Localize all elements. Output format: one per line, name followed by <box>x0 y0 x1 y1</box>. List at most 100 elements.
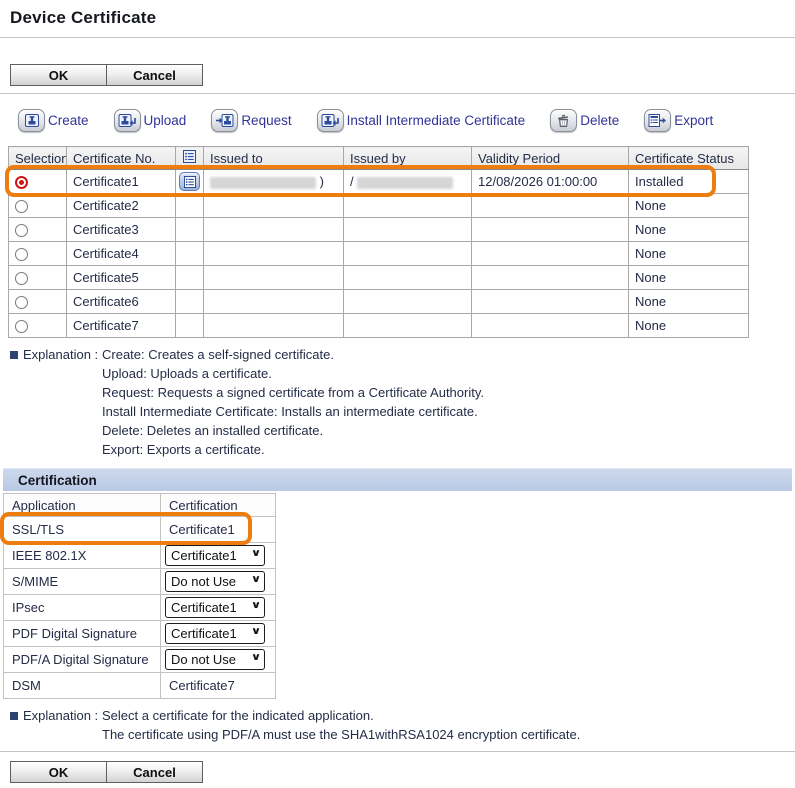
validity-period-header: Validity Period <box>472 147 629 170</box>
row-pdfa-digital-signature: PDF/A Digital Signature Do not Use∨ <box>4 647 276 673</box>
explanation-line: Upload: Uploads a certificate. <box>102 364 484 383</box>
certificate-toolbar: Create Upload Request Install Intermedia… <box>18 107 795 133</box>
certificate-status-header: Certificate Status <box>629 147 749 170</box>
details-column-header <box>176 147 204 170</box>
certificate-status-cell: None <box>629 194 749 218</box>
table-row-certificate4: Certificate4 None <box>9 242 749 266</box>
certification-explanation: Explanation : Select a certificate for t… <box>10 706 795 744</box>
export-label: Export <box>674 113 713 128</box>
certification-section-header: Certification <box>3 468 792 491</box>
certificate-stamp-icon <box>18 109 45 132</box>
row-ssl-tls: SSL/TLS Certificate1 <box>4 517 276 543</box>
cancel-button-bottom[interactable]: Cancel <box>106 761 203 783</box>
smime-certificate-select[interactable]: Do not Use <box>165 571 265 592</box>
certification-table: Application Certification SSL/TLS Certif… <box>3 493 276 699</box>
certificate-stamp-return-icon <box>114 109 141 132</box>
details-list-icon <box>184 176 196 188</box>
cancel-button[interactable]: Cancel <box>106 64 203 86</box>
certificate1-details-button[interactable] <box>179 172 200 191</box>
explanation-label: Explanation : <box>10 706 102 744</box>
upload-button[interactable]: Upload <box>114 109 187 132</box>
pdf-digital-signature-certificate-select[interactable]: Certificate1 <box>165 623 265 644</box>
table-row-certificate7: Certificate7 None <box>9 314 749 338</box>
redacted-text <box>210 177 316 189</box>
ieee-8021x-certificate-select[interactable]: Certificate1 <box>165 545 265 566</box>
delete-label: Delete <box>580 113 619 128</box>
create-label: Create <box>48 113 89 128</box>
certificate-no-cell: Certificate1 <box>67 170 176 194</box>
certification-header-row: Application Certification <box>4 494 276 517</box>
issued-to-header: Issued to <box>204 147 344 170</box>
row-ipsec: IPsec Certificate1∨ <box>4 595 276 621</box>
certificate-status-cell: None <box>629 290 749 314</box>
explanation-line: Request: Requests a signed certificate f… <box>102 383 484 402</box>
explanation-line: Create: Creates a self-signed certificat… <box>102 345 484 364</box>
certificate3-radio[interactable] <box>15 224 28 237</box>
square-bullet-icon <box>10 712 18 720</box>
certificate-status-cell: None <box>629 242 749 266</box>
bottom-button-row: OK Cancel <box>10 761 795 783</box>
certificate-table: Selection Certificate No. Issued to Issu… <box>8 146 749 338</box>
pdfa-digital-signature-certificate-select[interactable]: Do not Use <box>165 649 265 670</box>
upload-label: Upload <box>144 113 187 128</box>
ok-button[interactable]: OK <box>10 64 107 86</box>
certificate-status-cell: None <box>629 218 749 242</box>
certificate-no-header: Certificate No. <box>67 147 176 170</box>
certificate-table-wrap: Selection Certificate No. Issued to Issu… <box>8 146 748 338</box>
certification-table-wrap: Application Certification SSL/TLS Certif… <box>3 493 275 699</box>
certificate1-radio[interactable] <box>15 176 28 189</box>
explanation-label: Explanation : <box>10 345 102 459</box>
ok-button-bottom[interactable]: OK <box>10 761 107 783</box>
certificate2-radio[interactable] <box>15 200 28 213</box>
install-intermediate-certificate-button[interactable]: Install Intermediate Certificate <box>317 109 526 132</box>
export-button[interactable]: Export <box>644 109 713 132</box>
top-button-row: OK Cancel <box>10 64 795 86</box>
document-arrow-out-icon <box>644 109 671 132</box>
row-smime: S/MIME Do not Use∨ <box>4 569 276 595</box>
request-button[interactable]: Request <box>211 109 291 132</box>
certificate-table-header-row: Selection Certificate No. Issued to Issu… <box>9 147 749 170</box>
certificate7-radio[interactable] <box>15 320 28 333</box>
request-label: Request <box>241 113 291 128</box>
explanation-line: Export: Exports a certificate. <box>102 440 484 459</box>
install-intermediate-certificate-label: Install Intermediate Certificate <box>347 113 526 128</box>
dsm-certificate-value: Certificate7 <box>161 673 276 699</box>
explanation-line: The certificate using PDF/A must use the… <box>102 725 580 744</box>
page-title: Device Certificate <box>10 8 795 28</box>
device-certificate-page: Device Certificate OK Cancel Create Uplo… <box>0 0 795 783</box>
table-row-certificate2: Certificate2 None <box>9 194 749 218</box>
issued-by-cell: / <box>344 170 472 194</box>
certificate-stamp-return-icon <box>317 109 344 132</box>
divider <box>0 37 795 38</box>
divider <box>0 93 795 94</box>
table-row-certificate6: Certificate6 None <box>9 290 749 314</box>
ssl-tls-certificate-value: Certificate1 <box>161 517 276 543</box>
explanation-line: Install Intermediate Certificate: Instal… <box>102 402 484 421</box>
table-row-certificate1: Certificate1 ) / 12/08/2026 01:00:00 Ins… <box>9 170 749 194</box>
details-list-icon <box>183 150 196 163</box>
divider <box>0 751 795 752</box>
ipsec-certificate-select[interactable]: Certificate1 <box>165 597 265 618</box>
certificate-status-cell: None <box>629 266 749 290</box>
square-bullet-icon <box>10 351 18 359</box>
issued-to-cell: ) <box>204 170 344 194</box>
row-dsm: DSM Certificate7 <box>4 673 276 699</box>
arrow-into-certificate-icon <box>211 109 238 132</box>
certificate6-radio[interactable] <box>15 296 28 309</box>
delete-button[interactable]: Delete <box>550 109 619 132</box>
toolbar-explanation: Explanation : Create: Creates a self-sig… <box>10 345 795 459</box>
row-ieee-8021x: IEEE 802.1X Certificate1∨ <box>4 543 276 569</box>
create-button[interactable]: Create <box>18 109 89 132</box>
row-pdf-digital-signature: PDF Digital Signature Certificate1∨ <box>4 621 276 647</box>
trash-icon <box>550 109 577 132</box>
selection-header: Selection <box>9 147 67 170</box>
application-header: Application <box>4 494 161 517</box>
certificate-status-cell: None <box>629 314 749 338</box>
issued-by-header: Issued by <box>344 147 472 170</box>
certificate5-radio[interactable] <box>15 272 28 285</box>
explanation-line: Delete: Deletes an installed certificate… <box>102 421 484 440</box>
explanation-line: Select a certificate for the indicated a… <box>102 706 580 725</box>
certificate4-radio[interactable] <box>15 248 28 261</box>
redacted-text <box>357 177 453 189</box>
table-row-certificate3: Certificate3 None <box>9 218 749 242</box>
